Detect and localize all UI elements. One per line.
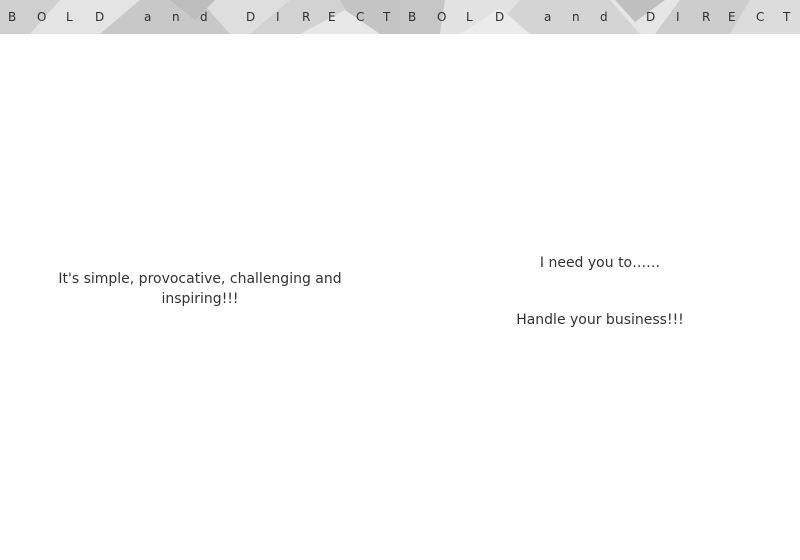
banner-letter: n bbox=[172, 10, 180, 24]
banner-letter: L bbox=[66, 10, 73, 24]
banner-letter: O bbox=[37, 10, 47, 24]
banner-letter: T bbox=[383, 10, 391, 24]
banner-letter: B bbox=[408, 10, 417, 24]
left-text-line-2: inspiring!!! bbox=[161, 291, 239, 307]
banner-letter: D bbox=[646, 10, 656, 24]
banner-letter: R bbox=[302, 10, 311, 24]
banner-letter: R bbox=[702, 10, 711, 24]
banner-letter: a bbox=[544, 10, 552, 24]
left-page: B O L D a n d D I R E C T It's simple, p… bbox=[0, 0, 400, 560]
banner-title: B O L D a n d D I R E C T bbox=[400, 0, 800, 34]
banner-letter: L bbox=[466, 10, 473, 24]
banner-letter: O bbox=[437, 10, 447, 24]
right-text-line-2: Handle your business!!! bbox=[516, 312, 684, 328]
banner-letter: T bbox=[783, 10, 791, 24]
banner-letter: I bbox=[676, 10, 680, 24]
banner-letter: C bbox=[356, 10, 365, 24]
banner-letter: D bbox=[95, 10, 105, 24]
header-banner: B O L D a n d D I R E C T bbox=[0, 0, 400, 34]
banner-letter: C bbox=[756, 10, 765, 24]
right-page: B O L D a n d D I R E C T I need you to…… bbox=[400, 0, 800, 560]
header-banner: B O L D a n d D I R E C T bbox=[400, 0, 800, 34]
banner-letter: E bbox=[328, 10, 336, 24]
banner-title: B O L D a n d D I R E C T bbox=[0, 0, 400, 34]
banner-letter: I bbox=[276, 10, 280, 24]
banner-letter: B bbox=[8, 10, 17, 24]
banner-letter: d bbox=[200, 10, 208, 24]
banner-letter: a bbox=[144, 10, 152, 24]
left-text-line-1: It's simple, provocative, challenging an… bbox=[58, 271, 342, 287]
page-spread: B O L D a n d D I R E C T It's simple, p… bbox=[0, 0, 800, 560]
banner-letter: E bbox=[728, 10, 736, 24]
banner-letter: D bbox=[495, 10, 505, 24]
banner-letter: d bbox=[600, 10, 608, 24]
left-page-text: It's simple, provocative, challenging an… bbox=[0, 269, 400, 309]
banner-letter: D bbox=[246, 10, 256, 24]
right-text-line-1: I need you to…… bbox=[539, 255, 661, 271]
banner-letter: n bbox=[572, 10, 580, 24]
